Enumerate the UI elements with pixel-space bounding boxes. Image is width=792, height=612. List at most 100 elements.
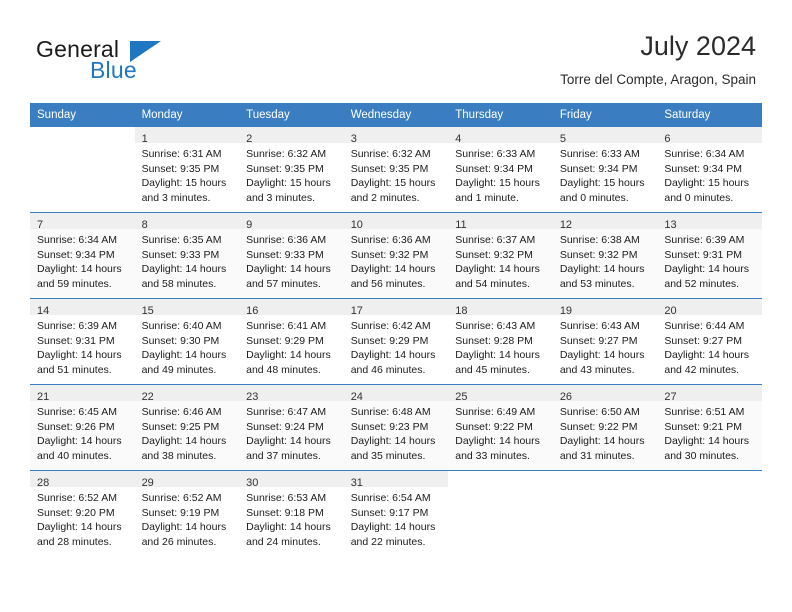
day-number: 4 xyxy=(455,133,462,145)
calendar-day-cell[interactable]: 18 Sunrise: 6:43 AM Sunset: 9:28 PM Dayligh… xyxy=(448,298,553,385)
day-number: 13 xyxy=(664,219,677,231)
day-number-bar: 31 xyxy=(343,471,449,489)
daylight-text-cont: and 22 minutes. xyxy=(350,535,426,548)
day-number-bar: 6 xyxy=(657,127,762,145)
calendar-day-cell[interactable]: 11 Sunrise: 6:37 AM Sunset: 9:32 PM Dayligh… xyxy=(448,212,553,299)
daylight-text-cont: and 57 minutes. xyxy=(246,277,321,290)
calendar-week-row: 1 Sunrise: 6:31 AM Sunset: 9:35 PM Daylight… xyxy=(30,126,762,213)
day-number-bar: 29 xyxy=(134,471,240,489)
sunset-text: Sunset: 9:28 PM xyxy=(455,334,533,347)
sunset-text: Sunset: 9:34 PM xyxy=(664,162,743,175)
calendar-week-row: 28 Sunrise: 6:52 AM Sunset: 9:20 PM Dayligh… xyxy=(30,470,762,556)
day-number: 26 xyxy=(559,391,573,403)
day-details: Sunrise: 6:45 AM Sunset: 9:26 PM Daylight:… xyxy=(30,401,135,463)
day-number: 25 xyxy=(455,391,468,403)
day-details: Sunrise: 6:51 AM Sunset: 9:21 PM Daylight:… xyxy=(657,401,762,463)
calendar-table: Sunday Monday Tuesday Wednesday Thursday… xyxy=(30,103,762,556)
daylight-text: Daylight: 14 hours xyxy=(141,521,227,534)
daylight-text-cont: and 3 minutes. xyxy=(141,191,211,204)
calendar-day-cell[interactable]: 31 Sunrise: 6:54 AM Sunset: 9:17 PM Dayligh… xyxy=(343,470,449,556)
day-number: 9 xyxy=(246,219,253,231)
calendar-day-cell[interactable]: 20 Sunrise: 6:44 AM Sunset: 9:27 PM Dayligh… xyxy=(657,298,762,385)
daylight-text: Daylight: 14 hours xyxy=(350,263,436,276)
calendar-day-cell[interactable]: 6 Sunrise: 6:34 AM Sunset: 9:34 PM Daylight… xyxy=(657,126,762,213)
sunset-text: Sunset: 9:20 PM xyxy=(37,506,115,519)
calendar-page: General Blue July 2024 Torre del Compte,… xyxy=(0,0,792,612)
calendar-day-cell[interactable]: 24 Sunrise: 6:48 AM Sunset: 9:23 PM Dayligh… xyxy=(343,384,449,471)
sunset-text: Sunset: 9:18 PM xyxy=(246,506,324,519)
day-details: Sunrise: 6:52 AM Sunset: 9:19 PM Daylight:… xyxy=(135,487,240,549)
sunrise-text: Sunrise: 6:38 AM xyxy=(559,234,640,246)
title-block: July 2024 Torre del Compte, Aragon, Spai… xyxy=(560,30,756,88)
day-number-bar: 8 xyxy=(134,213,240,231)
day-details: Sunrise: 6:40 AM Sunset: 9:30 PM Daylight:… xyxy=(135,315,240,377)
daylight-text-cont: and 38 minutes. xyxy=(141,449,217,462)
calendar-day-cell[interactable]: 22 Sunrise: 6:46 AM Sunset: 9:25 PM Dayligh… xyxy=(134,384,240,471)
day-details: Sunrise: 6:46 AM Sunset: 9:25 PM Daylight:… xyxy=(135,401,240,463)
day-details: Sunrise: 6:41 AM Sunset: 9:29 PM Daylight:… xyxy=(239,315,344,377)
daylight-text-cont: and 40 minutes. xyxy=(37,449,112,462)
sunset-text: Sunset: 9:27 PM xyxy=(559,334,638,347)
day-number: 15 xyxy=(141,305,154,317)
daylight-text: Daylight: 14 hours xyxy=(141,435,227,448)
calendar-day-cell[interactable]: 29 Sunrise: 6:52 AM Sunset: 9:19 PM Dayligh… xyxy=(134,470,240,556)
day-details: Sunrise: 6:36 AM Sunset: 9:33 PM Daylight:… xyxy=(239,229,344,291)
calendar-day-cell[interactable]: 14 Sunrise: 6:39 AM Sunset: 9:31 PM Dayligh… xyxy=(30,298,135,385)
calendar-day-cell[interactable]: 19 Sunrise: 6:43 AM Sunset: 9:27 PM Dayligh… xyxy=(552,298,658,385)
calendar-day-cell[interactable]: 25 Sunrise: 6:49 AM Sunset: 9:22 PM Dayligh… xyxy=(448,384,553,471)
day-number: 17 xyxy=(350,305,363,317)
calendar-day-cell[interactable]: 13 Sunrise: 6:39 AM Sunset: 9:31 PM Dayligh… xyxy=(657,212,762,299)
page-header: General Blue July 2024 Torre del Compte,… xyxy=(0,0,792,100)
day-details: Sunrise: 6:44 AM Sunset: 9:27 PM Daylight:… xyxy=(657,315,762,377)
calendar-day-cell[interactable]: 28 Sunrise: 6:52 AM Sunset: 9:20 PM Dayligh… xyxy=(30,470,135,556)
calendar-day-cell[interactable]: 17 Sunrise: 6:42 AM Sunset: 9:29 PM Dayligh… xyxy=(343,298,449,385)
calendar-day-cell[interactable]: 15 Sunrise: 6:40 AM Sunset: 9:30 PM Dayligh… xyxy=(134,298,240,385)
calendar-day-cell[interactable]: 7 Sunrise: 6:34 AM Sunset: 9:34 PM Daylight… xyxy=(30,212,135,299)
calendar-empty-cell xyxy=(30,126,135,213)
calendar-day-cell[interactable]: 21 Sunrise: 6:45 AM Sunset: 9:26 PM Dayligh… xyxy=(30,384,135,471)
day-details: Sunrise: 6:43 AM Sunset: 9:27 PM Daylight:… xyxy=(553,315,658,377)
calendar-day-cell[interactable]: 26 Sunrise: 6:50 AM Sunset: 9:22 PM Dayligh… xyxy=(552,384,658,471)
sunset-text: Sunset: 9:31 PM xyxy=(664,248,743,261)
daylight-text: Daylight: 14 hours xyxy=(559,263,645,276)
day-number: 19 xyxy=(559,305,573,317)
day-details: Sunrise: 6:32 AM Sunset: 9:35 PM Daylight:… xyxy=(239,143,344,205)
calendar-day-cell[interactable]: 2 Sunrise: 6:32 AM Sunset: 9:35 PM Daylight… xyxy=(239,126,344,213)
sunrise-text: Sunrise: 6:39 AM xyxy=(664,234,745,246)
calendar-day-cell[interactable]: 8 Sunrise: 6:35 AM Sunset: 9:33 PM Daylight… xyxy=(134,212,240,299)
daylight-text-cont: and 59 minutes. xyxy=(37,277,112,290)
day-details xyxy=(657,487,762,491)
calendar-day-cell[interactable]: 16 Sunrise: 6:41 AM Sunset: 9:29 PM Dayligh… xyxy=(239,298,344,385)
day-details: Sunrise: 6:33 AM Sunset: 9:34 PM Daylight:… xyxy=(448,143,553,205)
calendar-day-cell[interactable]: 27 Sunrise: 6:51 AM Sunset: 9:21 PM Dayligh… xyxy=(657,384,762,471)
day-number: 6 xyxy=(664,133,671,145)
calendar-day-cell[interactable]: 5 Sunrise: 6:33 AM Sunset: 9:34 PM Daylight… xyxy=(552,126,658,213)
calendar-day-cell[interactable]: 4 Sunrise: 6:33 AM Sunset: 9:34 PM Daylight… xyxy=(448,126,553,213)
weekday-header-saturday: Saturday xyxy=(657,103,762,127)
sunset-text: Sunset: 9:25 PM xyxy=(141,420,220,433)
sunset-text: Sunset: 9:22 PM xyxy=(455,420,533,433)
day-details: Sunrise: 6:39 AM Sunset: 9:31 PM Daylight:… xyxy=(30,315,135,377)
sunset-text: Sunset: 9:33 PM xyxy=(141,248,220,261)
daylight-text: Daylight: 15 hours xyxy=(455,177,540,190)
brand-logo[interactable]: General Blue xyxy=(36,36,256,86)
daylight-text-cont: and 42 minutes. xyxy=(664,363,740,376)
calendar-day-cell[interactable]: 30 Sunrise: 6:53 AM Sunset: 9:18 PM Dayligh… xyxy=(239,470,344,556)
brand-name-blue: Blue xyxy=(90,57,137,83)
daylight-text: Daylight: 14 hours xyxy=(455,349,540,362)
calendar-day-cell[interactable]: 23 Sunrise: 6:47 AM Sunset: 9:24 PM Dayligh… xyxy=(239,384,344,471)
daylight-text: Daylight: 14 hours xyxy=(350,521,436,534)
day-number-bar: 17 xyxy=(343,299,449,317)
day-number: 18 xyxy=(455,305,468,317)
weekday-header-tuesday: Tuesday xyxy=(239,103,344,127)
calendar-day-cell[interactable]: 12 Sunrise: 6:38 AM Sunset: 9:32 PM Dayligh… xyxy=(552,212,658,299)
calendar-day-cell[interactable]: 3 Sunrise: 6:32 AM Sunset: 9:35 PM Daylight… xyxy=(343,126,449,213)
daylight-text-cont: and 1 minute. xyxy=(455,191,519,204)
calendar-day-cell[interactable]: 10 Sunrise: 6:36 AM Sunset: 9:32 PM Dayligh… xyxy=(343,212,449,299)
daylight-text-cont: and 51 minutes. xyxy=(37,363,112,376)
day-number: 11 xyxy=(455,219,467,231)
calendar-day-cell[interactable]: 9 Sunrise: 6:36 AM Sunset: 9:33 PM Daylight… xyxy=(239,212,344,299)
calendar-day-cell[interactable]: 1 Sunrise: 6:31 AM Sunset: 9:35 PM Daylight… xyxy=(134,126,240,213)
day-number: 20 xyxy=(664,305,677,317)
sunrise-text: Sunrise: 6:54 AM xyxy=(350,492,431,504)
